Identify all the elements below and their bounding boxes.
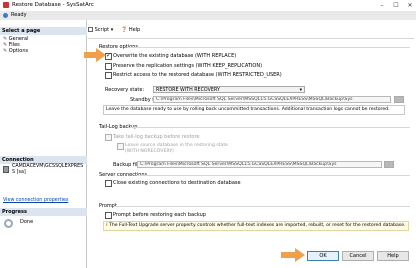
app-icon (3, 2, 9, 8)
divider (130, 127, 410, 128)
prompt-before-restore-label: Prompt before restoring each backup (113, 212, 206, 218)
info-icon: i (106, 223, 108, 228)
cancel-button[interactable]: Cancel (342, 251, 374, 261)
divider (137, 175, 410, 176)
help-button[interactable]: Help (377, 251, 409, 261)
take-tail-log-checkbox[interactable] (105, 134, 112, 141)
recovery-state-label: Recovery state: (105, 87, 145, 93)
wrench-icon: ✎ (3, 48, 8, 54)
sidebar: Select a page ✎ General ✎ Files ✎ Option… (0, 20, 88, 268)
server-icon (3, 166, 9, 173)
chevron-down-icon: ▾ (110, 27, 114, 33)
recovery-info-box: Leave the database ready to use by rolli… (103, 105, 405, 115)
close-connections-checkbox[interactable] (105, 180, 112, 187)
fulltext-info-box: i The Full-Text Upgrade server property … (103, 221, 409, 231)
status-icon (3, 13, 8, 18)
standby-browse-button[interactable] (394, 96, 404, 103)
backup-file-input[interactable]: C:\Program Files\Microsoft SQL Server\MS… (137, 161, 382, 168)
callout-arrow-icon (281, 248, 305, 262)
title-bar: Restore Database - SysSatArc – ☐ ✕ (0, 0, 416, 11)
help-icon: ❓ (121, 27, 128, 33)
overwrite-label: Overwrite the existing database (WITH RE… (113, 53, 237, 59)
preserve-replication-checkbox[interactable] (105, 63, 112, 70)
progress-icon (4, 219, 13, 228)
ok-button[interactable]: OK (307, 251, 339, 261)
chevron-down-icon: ▾ (299, 88, 302, 93)
recovery-state-select[interactable]: RESTORE WITH RECOVERY ▾ (153, 86, 305, 93)
view-connection-properties-link[interactable]: View connection properties (3, 198, 68, 203)
connection-header: Connection (0, 156, 88, 164)
preserve-replication-label: Preserve the replication settings (WITH … (113, 63, 263, 69)
backup-file-browse-button[interactable] (384, 161, 394, 168)
sidebar-item-label: Options (8, 48, 29, 54)
divider (128, 47, 410, 48)
leave-restoring-sublabel: (WITH NORECOVERY) (125, 149, 174, 154)
status-text: Ready (11, 12, 27, 18)
select-page-header: Select a page (0, 27, 88, 35)
maximize-icon[interactable]: ☐ (390, 0, 402, 11)
divider (88, 38, 414, 39)
close-icon[interactable]: ✕ (404, 0, 416, 11)
script-icon (88, 27, 93, 32)
help-toolbar-button[interactable]: ❓ Help (121, 27, 140, 33)
take-tail-log-label: Take tail-log backup before restore (113, 134, 200, 140)
standby-file-input[interactable]: C:\Program Files\Microsoft SQL Server\MS… (153, 96, 391, 103)
window-title: Restore Database - SysSatArc (12, 2, 94, 8)
restrict-access-checkbox[interactable] (105, 72, 112, 79)
progress-status: Done (20, 219, 34, 225)
divider (114, 206, 410, 207)
leave-restoring-checkbox[interactable] (117, 143, 124, 150)
connection-text: CAMDACEVM\GCSSQLEXPRES S [sa] (12, 164, 84, 175)
prompt-before-restore-checkbox[interactable] (105, 212, 112, 219)
leave-restoring-label: Leave source database in the restoring s… (125, 143, 228, 148)
progress-header: Progress (0, 208, 88, 216)
callout-arrow-icon (84, 48, 106, 62)
sidebar-item-options[interactable]: ✎ Options (3, 48, 28, 54)
minimize-icon[interactable]: – (376, 0, 388, 11)
restrict-access-label: Restrict access to the restored database… (113, 72, 282, 78)
close-connections-label: Close existing connections to destinatio… (113, 180, 241, 186)
script-button[interactable]: Script ▾ (88, 27, 113, 33)
